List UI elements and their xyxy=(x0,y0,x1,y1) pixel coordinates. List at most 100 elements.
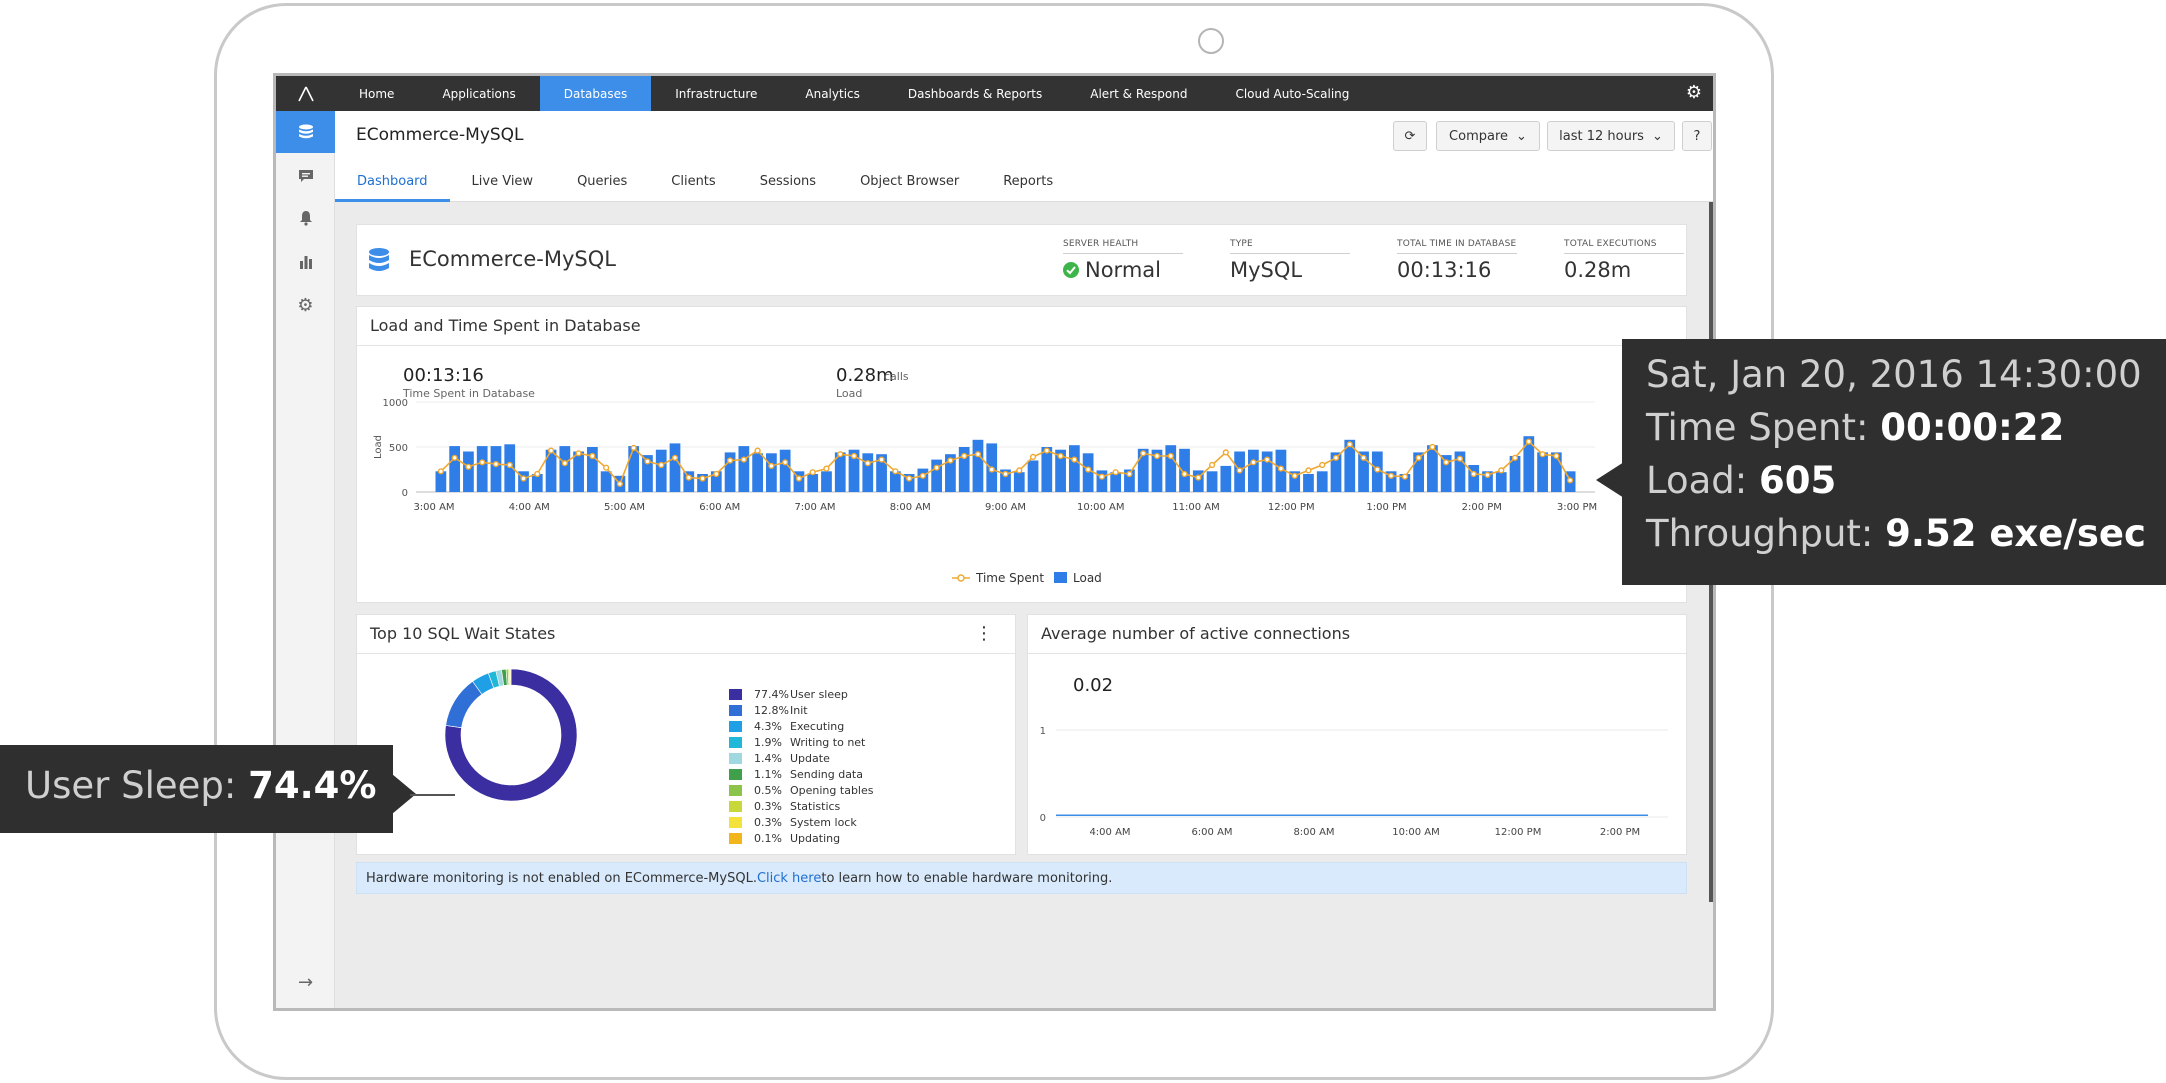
x-tick-label: 2:00 PM xyxy=(1600,827,1640,838)
rail-bar-chart-icon[interactable] xyxy=(276,241,335,283)
nav-cloud-auto-scaling[interactable]: Cloud Auto-Scaling xyxy=(1211,76,1373,111)
chevron-down-icon: ⌄ xyxy=(1651,128,1663,144)
legend-swatch xyxy=(729,689,742,700)
legend-label: Sending data xyxy=(790,768,863,781)
time-spent-point xyxy=(1456,455,1464,462)
load-bar xyxy=(862,453,874,492)
load-bar xyxy=(1013,472,1025,492)
compare-dropdown[interactable]: Compare ⌄ xyxy=(1436,121,1540,151)
legend-percent: 77.4% xyxy=(754,688,789,701)
nav-alert-respond[interactable]: Alert & Respond xyxy=(1066,76,1211,111)
time-spent-point xyxy=(1553,452,1560,460)
x-tick-label: 11:00 AM xyxy=(1172,502,1219,513)
time-spent-point xyxy=(1291,472,1298,479)
tooltip-load-value: 605 xyxy=(1759,459,1837,502)
legend-swatch xyxy=(729,769,742,780)
time-spent-point xyxy=(575,450,582,457)
legend-item: 77.4% User sleep xyxy=(729,688,848,701)
time-spent-point xyxy=(699,475,706,482)
time-spent-point xyxy=(1181,470,1188,478)
legend-swatch xyxy=(729,833,742,844)
rail-database-icon[interactable] xyxy=(276,111,335,153)
app-logo-icon[interactable] xyxy=(276,76,335,111)
user-sleep-value: 74.4% xyxy=(248,764,377,807)
time-spent-point xyxy=(1002,470,1009,478)
rail-cogs-icon[interactable]: ⚙ xyxy=(276,284,335,326)
chart-tooltip: Sat, Jan 20, 2016 14:30:00 Time Spent: 0… xyxy=(1622,339,2166,585)
time-spent-point xyxy=(1140,450,1147,457)
legend-percent: 1.9% xyxy=(754,736,782,749)
legend-percent: 0.1% xyxy=(754,832,782,845)
y-tick-label: 500 xyxy=(389,443,408,454)
x-tick-label: 6:00 AM xyxy=(699,502,740,513)
load-bar xyxy=(435,471,447,492)
time-spent-point xyxy=(1387,472,1395,479)
rail-bell-icon[interactable] xyxy=(276,197,335,239)
time-spent-point xyxy=(713,470,720,478)
nav-home[interactable]: Home xyxy=(335,76,418,111)
y-tick-label: 0 xyxy=(402,488,408,499)
tab-sessions[interactable]: Sessions xyxy=(738,163,838,202)
tab-reports[interactable]: Reports xyxy=(981,163,1075,202)
legend-swatch xyxy=(729,737,742,748)
x-tick-label: 4:00 AM xyxy=(509,502,550,513)
legend-label: Update xyxy=(790,752,830,765)
legend-percent: 0.3% xyxy=(754,816,782,829)
rail-chat-icon[interactable] xyxy=(276,155,335,197)
refresh-button[interactable]: ⟳ xyxy=(1393,121,1427,151)
type-value: MySQL xyxy=(1230,258,1303,282)
load-bar xyxy=(490,446,502,492)
time-spent-point xyxy=(616,480,624,488)
rail-expand-arrow-icon[interactable]: → xyxy=(276,961,335,1003)
time-spent-point xyxy=(892,468,899,475)
x-tick-label: 8:00 AM xyxy=(1293,827,1334,838)
nav-analytics[interactable]: Analytics xyxy=(781,76,884,111)
database-name: ECommerce-MySQL xyxy=(409,247,616,271)
load-bar xyxy=(807,474,819,492)
nav-infrastructure[interactable]: Infrastructure xyxy=(651,76,781,111)
active-connections-card: Average number of active connections 0.0… xyxy=(1027,614,1687,855)
time-spent-point xyxy=(1195,474,1202,481)
compare-label: Compare xyxy=(1449,128,1509,144)
legend-percent: 0.5% xyxy=(754,784,782,797)
tooltip-date: Sat, Jan 20, 2016 14:30:00 xyxy=(1646,353,2142,396)
time-spent-point xyxy=(740,456,747,463)
tab-object-browser[interactable]: Object Browser xyxy=(838,163,981,202)
load-bar xyxy=(449,446,461,492)
type-label: Type xyxy=(1230,239,1350,254)
time-spent-point xyxy=(1346,441,1353,448)
nav-databases[interactable]: Databases xyxy=(539,76,652,111)
settings-gear-icon[interactable]: ⚙ xyxy=(1686,84,1702,102)
tab-dashboard[interactable]: Dashboard xyxy=(335,163,450,202)
wait-states-donut xyxy=(444,668,578,802)
time-spent-point xyxy=(878,456,885,463)
time-range-dropdown[interactable]: last 12 hours ⌄ xyxy=(1547,121,1675,151)
app-screen: Home Applications Databases Infrastructu… xyxy=(273,73,1716,1011)
time-spent-point xyxy=(437,468,444,475)
tab-queries[interactable]: Queries xyxy=(555,163,649,202)
time-spent-point xyxy=(465,463,472,470)
x-tick-label: 6:00 AM xyxy=(1191,827,1232,838)
active-connections-chart: 1 0 4:00 AM 6:00 AM 8:00 AM 10:00 AM 12:00 PM 2… xyxy=(1040,726,1668,838)
time-spent-point xyxy=(1511,454,1519,461)
help-button[interactable]: ? xyxy=(1682,121,1712,151)
tab-live-view[interactable]: Live View xyxy=(450,163,556,202)
load-bar xyxy=(669,443,681,492)
x-tick-label: 8:00 AM xyxy=(890,502,931,513)
time-spent-point xyxy=(782,459,789,466)
legend-item: 0.3% Statistics xyxy=(729,800,840,813)
load-bar xyxy=(463,451,474,492)
user-sleep-label: User Sleep: xyxy=(25,764,249,807)
legend-time-spent: Time Spent xyxy=(975,571,1044,585)
nav-applications[interactable]: Applications xyxy=(418,76,539,111)
x-tick-label: 7:00 AM xyxy=(794,502,835,513)
load-bar xyxy=(779,449,791,492)
time-spent-point xyxy=(823,465,830,472)
tab-clients[interactable]: Clients xyxy=(649,163,737,202)
enable-hardware-link[interactable]: Click here xyxy=(757,871,821,886)
load-bar xyxy=(1495,472,1507,492)
legend-swatch xyxy=(729,721,742,732)
nav-dashboards-reports[interactable]: Dashboards & Reports xyxy=(884,76,1066,111)
load-bar xyxy=(1082,453,1094,492)
y-tick-label: 0 xyxy=(1040,813,1046,824)
